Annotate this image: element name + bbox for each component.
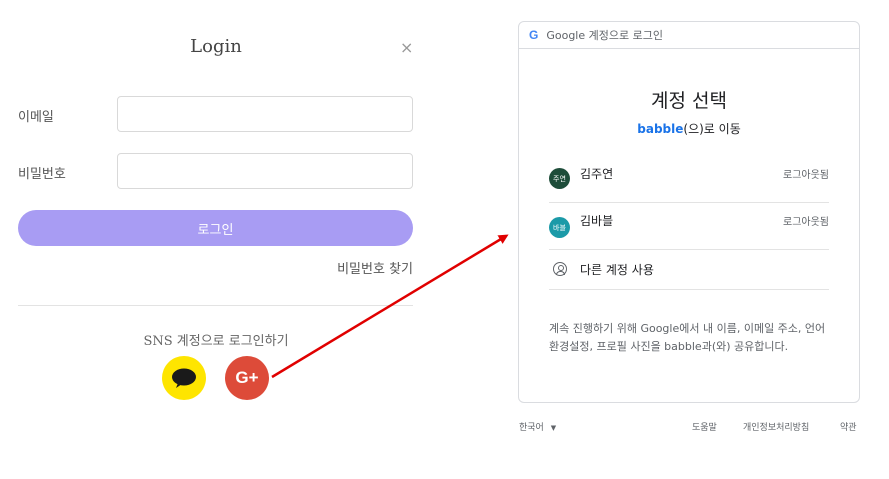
language-label: 한국어 — [519, 423, 544, 433]
help-link[interactable]: 도움말 — [692, 420, 717, 433]
app-name: babble — [637, 122, 684, 136]
password-label: 비밀번호 — [18, 167, 66, 182]
language-select[interactable]: 한국어 ▼ — [519, 420, 556, 433]
login-title: Login — [190, 36, 242, 57]
account-item[interactable]: 바블 김바블 로그아웃됨 — [549, 203, 829, 250]
account-item[interactable]: 주연 김주연 로그아웃됨 — [549, 156, 829, 203]
email-input[interactable] — [117, 96, 413, 132]
privacy-link[interactable]: 개인정보처리방침 — [743, 420, 809, 433]
privacy-notice: 계속 진행하기 위해 Google에서 내 이름, 이메일 주소, 언어 환경설… — [549, 322, 826, 353]
chooser-subtitle: babble(으)로 이동 — [519, 120, 859, 137]
account-status: 로그아웃됨 — [783, 170, 829, 181]
google-login-button[interactable]: G+ — [225, 356, 269, 400]
sns-login-text: SNS 계정으로 로그인하기 — [143, 334, 289, 349]
account-name: 김바블 — [580, 214, 614, 228]
chooser-title: 계정 선택 — [651, 90, 727, 112]
google-header: G Google 계정으로 로그인 — [519, 22, 859, 49]
login-button[interactable]: 로그인 — [18, 210, 413, 246]
terms-link[interactable]: 약관 — [840, 420, 857, 433]
google-header-text: Google 계정으로 로그인 — [546, 29, 663, 42]
password-input[interactable] — [117, 153, 413, 189]
account-name: 김주연 — [580, 167, 614, 181]
dropdown-arrow-icon: ▼ — [550, 424, 557, 432]
kakao-talk-icon — [172, 368, 196, 388]
kakao-login-button[interactable] — [162, 356, 206, 400]
use-another-account-label: 다른 계정 사용 — [580, 263, 654, 277]
account-status: 로그아웃됨 — [783, 217, 829, 228]
find-password-link[interactable]: 비밀번호 찾기 — [337, 258, 413, 277]
avatar: 주연 — [549, 168, 570, 189]
divider — [18, 305, 413, 306]
avatar: 바블 — [549, 217, 570, 238]
google-plus-icon: G+ — [235, 368, 259, 387]
close-icon[interactable]: × — [400, 38, 413, 57]
google-account-chooser: G Google 계정으로 로그인 계정 선택 babble(으)로 이동 주연… — [518, 21, 860, 403]
email-label: 이메일 — [18, 110, 54, 125]
account-circle-icon — [553, 262, 567, 276]
use-another-account[interactable]: 다른 계정 사용 — [549, 250, 829, 290]
google-logo-icon: G — [529, 28, 539, 42]
subtitle-rest: (으)로 이동 — [683, 122, 741, 136]
